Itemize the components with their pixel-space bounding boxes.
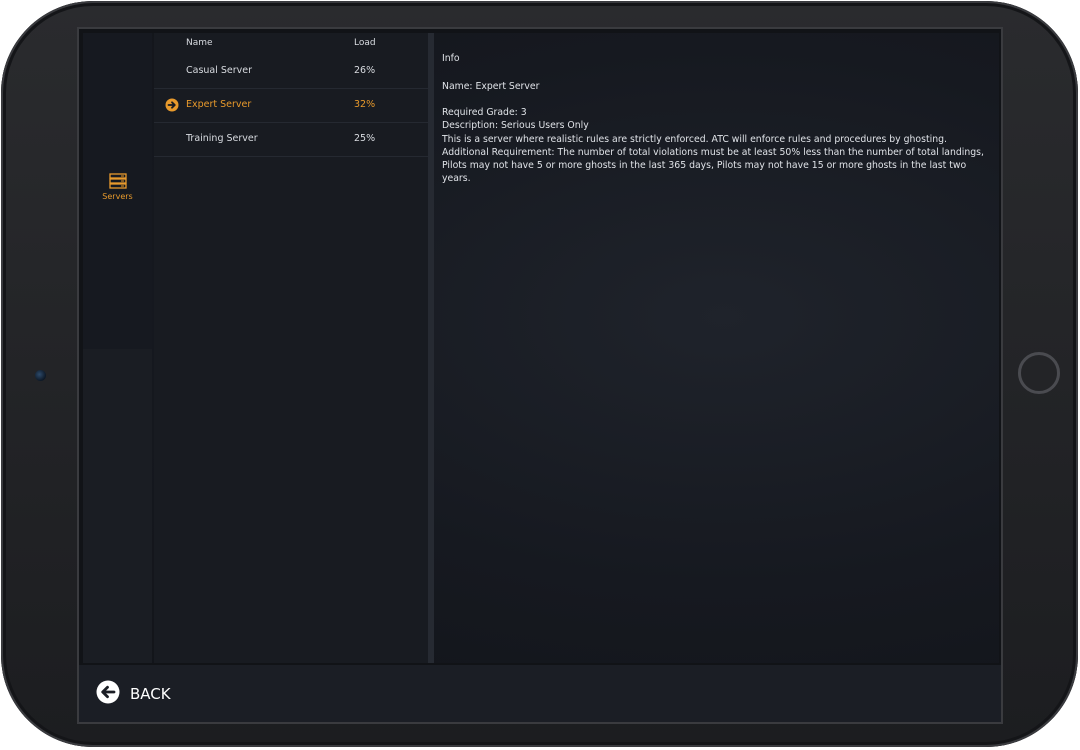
- server-list: Name Load Casual Server 26% Expert Serve…: [154, 33, 428, 663]
- server-name: Casual Server: [186, 65, 253, 76]
- info-details: This is a server where realistic rules a…: [442, 133, 947, 145]
- server-name: Training Server: [186, 133, 258, 144]
- back-label: BACK: [130, 685, 171, 703]
- info-additional-requirement: Additional Requirement: The number of to…: [442, 146, 984, 185]
- server-load: 32%: [354, 99, 376, 110]
- arrow-left-circle-icon: [96, 680, 120, 704]
- sidebar: Servers: [83, 33, 152, 663]
- panel-divider: [428, 33, 434, 663]
- info-body: Required Grade: 3 Description: Serious U…: [442, 106, 988, 186]
- home-button[interactable]: [1018, 352, 1060, 394]
- info-title: Info: [442, 53, 460, 64]
- front-camera: [35, 370, 46, 381]
- server-load: 25%: [354, 133, 376, 144]
- tablet-frame: Servers Name Load Casual Server 26% Expe…: [1, 1, 1078, 747]
- server-stack-icon: [108, 173, 127, 189]
- info-description: Description: Serious Users Only: [442, 120, 589, 132]
- column-header-name: Name: [186, 38, 213, 48]
- server-row-training[interactable]: Training Server 25%: [154, 123, 428, 157]
- screen: Servers Name Load Casual Server 26% Expe…: [77, 27, 1003, 724]
- server-row-expert[interactable]: Expert Server 32%: [154, 89, 428, 123]
- info-server-name: Name: Expert Server: [442, 81, 540, 92]
- info-panel: Info Name: Expert Server Required Grade:…: [441, 33, 989, 663]
- app-content: Servers Name Load Casual Server 26% Expe…: [83, 33, 999, 663]
- server-row-casual[interactable]: Casual Server 26%: [154, 55, 428, 89]
- sidebar-item-servers[interactable]: Servers: [83, 173, 152, 213]
- server-load: 26%: [354, 65, 376, 76]
- bottom-bar: BACK: [79, 665, 1001, 722]
- column-header-load: Load: [354, 38, 376, 48]
- sidebar-item-label: Servers: [102, 192, 133, 201]
- arrow-right-circle-icon: [165, 98, 179, 112]
- server-list-header: Name Load: [154, 38, 428, 54]
- server-name: Expert Server: [186, 99, 252, 110]
- info-required-grade: Required Grade: 3: [442, 107, 527, 118]
